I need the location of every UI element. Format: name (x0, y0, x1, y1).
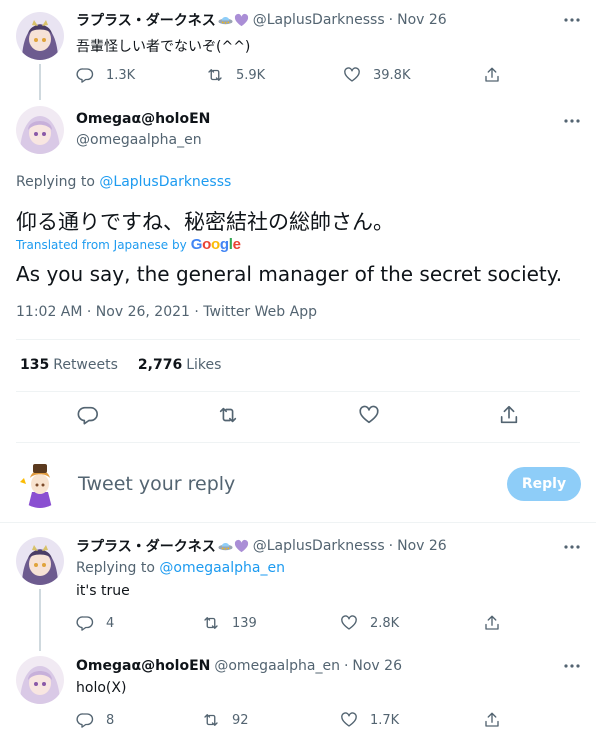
tweet-stats: 135 Retweets 2,776 Likes (20, 357, 221, 373)
share-icon (485, 67, 499, 82)
retweet-count: 139 (232, 615, 257, 631)
retweets-label: Retweets (53, 357, 118, 373)
replying-to-handle[interactable]: @omegaalpha_en (159, 560, 285, 576)
like-count: 1.7K (370, 712, 400, 728)
tweet-date[interactable]: Nov 26 (397, 12, 447, 28)
tweet-date[interactable]: Nov 26 (397, 538, 447, 554)
more-options-icon[interactable] (562, 10, 582, 30)
separator-dot: · (388, 12, 394, 28)
divider (16, 339, 580, 340)
retweets-stat[interactable]: 135 Retweets (20, 357, 118, 373)
reply-count: 1.3K (106, 67, 136, 83)
retweet-action[interactable]: 92 (202, 711, 249, 729)
tweet-text: 仰る通りですね、秘密結社の総帥さん。 (16, 210, 394, 234)
avatar[interactable] (16, 12, 64, 60)
reply-action[interactable]: 8 (76, 711, 114, 729)
google-letter: o (202, 236, 211, 253)
translated-text: As you say, the general manager of the s… (16, 262, 563, 286)
avatar[interactable] (16, 537, 64, 585)
replying-to-prefix: Replying to (76, 560, 160, 576)
more-options-icon[interactable] (562, 111, 582, 131)
like-action[interactable]: 2.8K (340, 614, 399, 632)
retweet-icon[interactable] (217, 404, 239, 426)
thread-line (39, 589, 41, 651)
author-name[interactable]: Omegaα@holoEN (76, 658, 210, 674)
avatar[interactable] (16, 656, 64, 704)
more-options-icon[interactable] (562, 537, 582, 557)
author-handle[interactable]: @omegaalpha_en (214, 658, 340, 674)
tweet-text: it's true (76, 583, 130, 599)
divider (16, 442, 580, 443)
heart-icon[interactable] (358, 404, 380, 426)
ufo-emoji-icon (218, 13, 233, 28)
share-action[interactable] (483, 614, 501, 632)
retweet-action[interactable]: 5.9K (206, 66, 265, 84)
retweet-count: 92 (232, 712, 249, 728)
share-icon[interactable] (498, 404, 520, 426)
tweet-timestamp[interactable]: 11:02 AM · Nov 26, 2021 · Twitter Web Ap… (16, 304, 317, 320)
retweet-action[interactable]: 139 (202, 614, 257, 632)
author-handle[interactable]: @LaplusDarknesss (253, 538, 385, 554)
separator-dot: · (343, 658, 349, 674)
purple-heart-icon (234, 539, 249, 554)
purple-heart-icon (234, 13, 249, 28)
ufo-emoji-icon (218, 539, 233, 554)
more-options-icon[interactable] (562, 656, 582, 676)
retweet-count: 5.9K (236, 67, 266, 83)
share-icon (485, 712, 499, 727)
translated-label[interactable]: Translated from Japanese by (16, 238, 187, 252)
share-action[interactable] (483, 66, 501, 84)
retweet-icon (204, 617, 218, 629)
like-action[interactable]: 39.8K (343, 66, 410, 84)
likes-count: 2,776 (137, 357, 183, 373)
thread-line (39, 64, 41, 100)
like-count: 2.8K (370, 615, 400, 631)
divider (16, 391, 580, 392)
author-handle[interactable]: @omegaalpha_en (76, 132, 202, 148)
google-letter: G (190, 236, 203, 253)
share-icon (485, 615, 499, 630)
heart-icon (341, 615, 357, 630)
reply-count: 8 (106, 712, 115, 728)
reply-icon (76, 713, 94, 728)
likes-label: Likes (186, 357, 222, 373)
heart-icon (344, 67, 360, 82)
author-name[interactable]: ラプラス・ダークネス (76, 536, 216, 556)
replying-to-prefix: Replying to (16, 174, 100, 190)
user-avatar[interactable] (16, 460, 64, 508)
google-logo: Google (191, 236, 241, 253)
replying-to-handle[interactable]: @LaplusDarknesss (99, 174, 231, 190)
translation-attribution: Translated from Japanese by Google (16, 236, 241, 253)
separator-dot: · (388, 538, 394, 554)
retweets-count: 135 (20, 357, 50, 373)
reply-icon[interactable] (77, 404, 99, 426)
avatar[interactable] (16, 106, 64, 154)
reply-icon (76, 68, 94, 83)
google-letter: g (219, 236, 229, 253)
reply-count: 4 (106, 615, 115, 631)
reply-button[interactable]: Reply (507, 467, 581, 501)
like-count: 39.8K (373, 67, 411, 83)
author-name[interactable]: ラプラス・ダークネス (76, 10, 216, 30)
heart-icon (341, 712, 357, 727)
reply-icon (76, 616, 94, 631)
tweet-text: 吾輩怪しい者でないぞ(^^) (76, 39, 251, 55)
reply-action[interactable]: 1.3K (76, 66, 135, 84)
likes-stat[interactable]: 2,776 Likes (138, 357, 222, 373)
replying-to: Replying to @omegaalpha_en (76, 560, 285, 576)
google-letter: o (210, 236, 220, 253)
share-action[interactable] (483, 711, 501, 729)
like-action[interactable]: 1.7K (340, 711, 399, 729)
google-letter: e (232, 236, 241, 253)
replying-to: Replying to @LaplusDarknesss (16, 174, 231, 190)
tweet-date[interactable]: Nov 26 (352, 658, 402, 674)
retweet-icon (204, 714, 218, 726)
reply-action[interactable]: 4 (76, 614, 114, 632)
reply-input[interactable]: Tweet your reply (78, 473, 488, 495)
divider (0, 522, 596, 523)
author-handle[interactable]: @LaplusDarknesss (253, 12, 385, 28)
retweet-icon (208, 69, 222, 81)
author-name[interactable]: Omegaα@holoEN (76, 111, 210, 127)
tweet-text: holo(X) (76, 680, 127, 696)
